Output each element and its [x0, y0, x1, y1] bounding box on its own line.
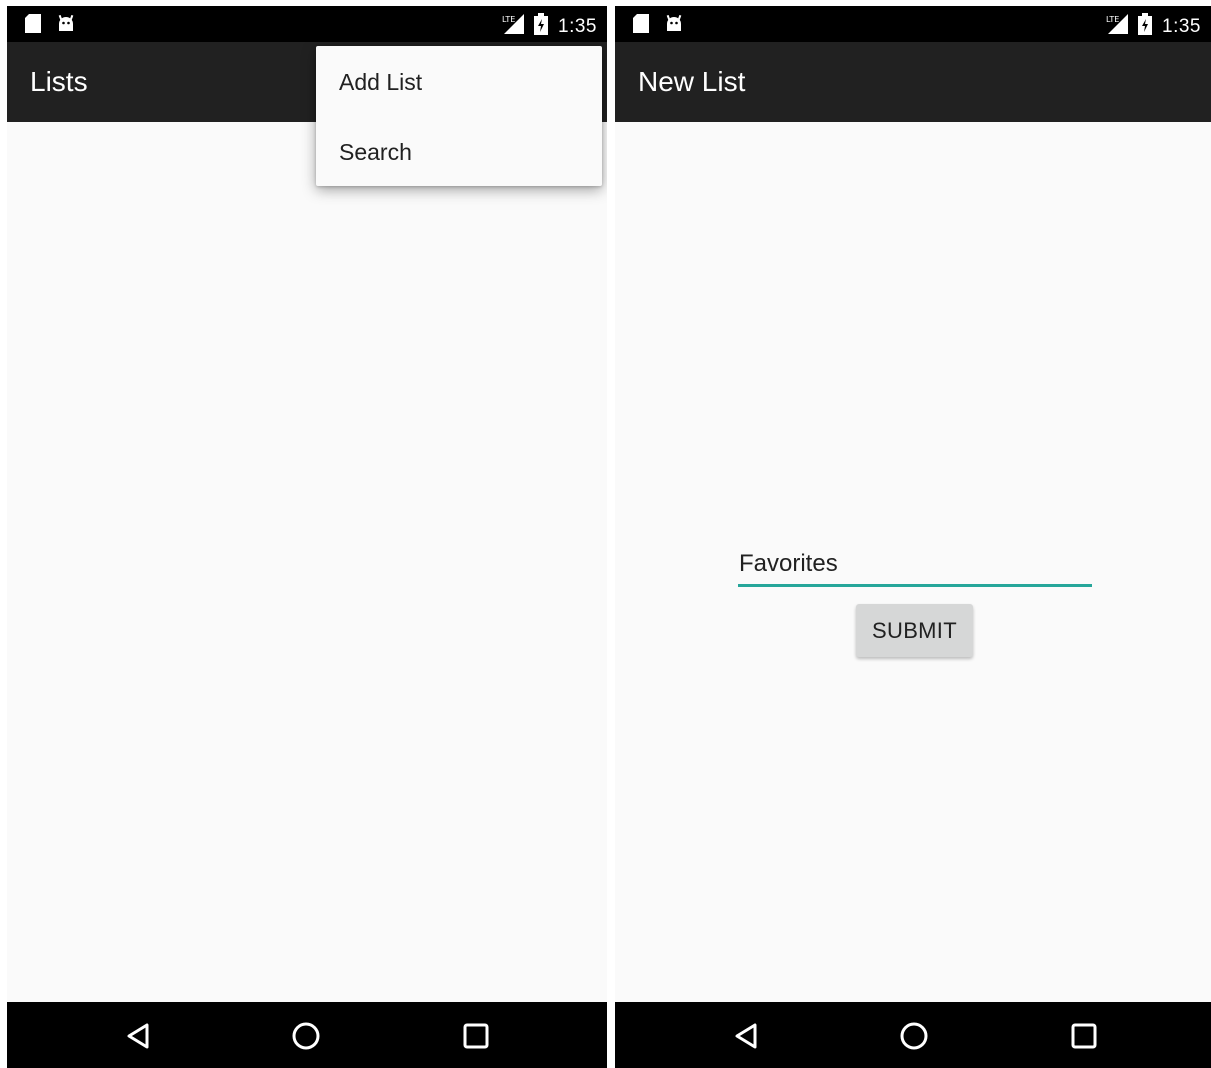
home-icon[interactable]	[291, 1021, 321, 1051]
lte-signal-icon: LTE	[1106, 14, 1129, 39]
sd-card-icon	[25, 14, 41, 38]
svg-text:LTE: LTE	[502, 15, 515, 24]
battery-charging-icon	[1138, 13, 1153, 40]
status-bar: LTE 1:35	[7, 6, 607, 42]
sd-card-icon	[633, 14, 649, 38]
submit-button[interactable]: SUBMIT	[856, 604, 973, 657]
recents-icon[interactable]	[1069, 1021, 1099, 1051]
page-title: New List	[638, 66, 746, 97]
menu-item-search[interactable]: Search	[316, 117, 602, 187]
phone-screen-new-list: LTE 1:35 New List Favorites SUBMIT	[615, 6, 1211, 1068]
lte-signal-icon: LTE	[502, 14, 525, 39]
status-time: 1:35	[558, 15, 597, 37]
phone-screen-lists: LTE 1:35 Lists Add List Search	[7, 6, 607, 1068]
back-icon[interactable]	[124, 1021, 154, 1051]
back-icon[interactable]	[732, 1021, 762, 1051]
svg-text:LTE: LTE	[1106, 15, 1119, 24]
status-time: 1:35	[1162, 15, 1201, 37]
home-icon[interactable]	[899, 1021, 929, 1051]
status-bar: LTE 1:35	[615, 6, 1211, 42]
lists-content	[7, 122, 607, 1002]
new-list-form: Favorites SUBMIT	[615, 122, 1211, 1002]
android-icon	[665, 14, 683, 38]
page-title: Lists	[30, 66, 88, 97]
android-icon	[57, 14, 75, 38]
list-name-value: Favorites	[739, 550, 838, 577]
navigation-bar	[615, 1002, 1211, 1068]
list-name-input[interactable]: Favorites	[738, 550, 1092, 587]
menu-item-add-list[interactable]: Add List	[316, 47, 602, 117]
recents-icon[interactable]	[461, 1021, 491, 1051]
app-bar: New List	[615, 42, 1211, 122]
navigation-bar	[7, 1002, 607, 1068]
battery-charging-icon	[534, 13, 549, 40]
overflow-menu: Add List Search	[316, 46, 602, 186]
